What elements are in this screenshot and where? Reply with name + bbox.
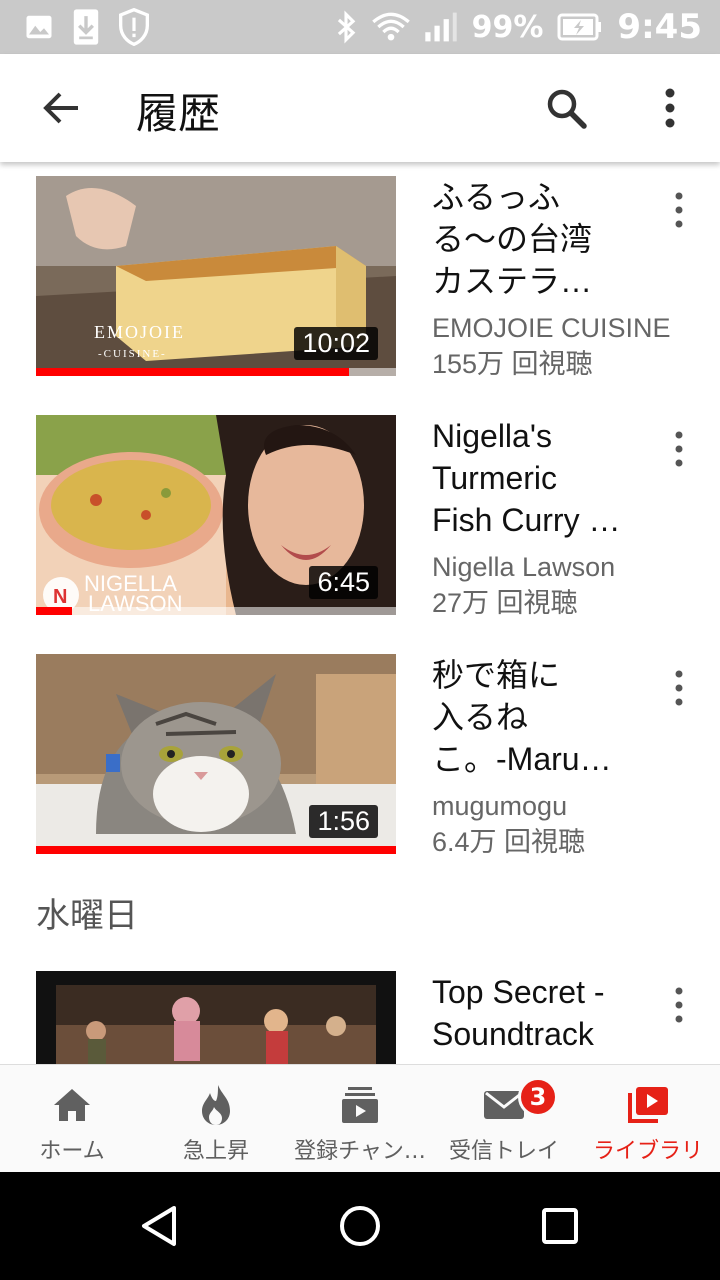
watch-progress-fill (36, 368, 350, 376)
watch-progress-fill (36, 607, 72, 615)
view-count: 27万 回視聴 (432, 588, 578, 618)
video-thumbnail[interactable]: N NIGELLA LAWSON 6:45 (36, 415, 396, 615)
image-icon (26, 15, 52, 39)
nav-label: 受信トレイ (448, 1139, 559, 1164)
shield-icon (119, 8, 149, 46)
video-title-line: 入るね (432, 699, 529, 735)
nav-library[interactable]: ライブラリ (576, 1065, 720, 1173)
view-count: 155万 回視聴 (432, 349, 593, 379)
download-icon (73, 9, 99, 45)
nav-trending[interactable]: 急上昇 (144, 1065, 288, 1173)
thumb-caption: EMOJOIE (94, 322, 185, 342)
battery-percent: 99% (471, 9, 544, 45)
watch-progress-bar (36, 368, 396, 376)
nav-label: ライブラリ (592, 1139, 703, 1164)
more-vert-icon[interactable] (650, 84, 690, 132)
video-item[interactable]: Top Secret - Soundtrack (0, 971, 720, 1064)
nav-inbox[interactable]: 3 受信トレイ (432, 1065, 576, 1173)
video-title-line: Top Secret - (432, 974, 605, 1010)
back-arrow-icon[interactable] (38, 84, 86, 132)
duration-badge: 10:02 (294, 327, 378, 360)
video-title-line: る〜の台湾 (432, 221, 593, 257)
video-title[interactable]: 秒で箱に 入るね こ。-Maru… (432, 654, 642, 780)
bluetooth-icon (337, 10, 355, 44)
duration-badge: 6:45 (309, 566, 378, 599)
app-bar: 履歴 (0, 54, 720, 162)
item-menu-icon[interactable] (664, 668, 694, 708)
subscriptions-icon (342, 1087, 378, 1123)
system-nav-bar (0, 1172, 720, 1280)
wifi-icon (371, 12, 410, 41)
inbox-badge: 3 (518, 1077, 558, 1117)
item-menu-icon[interactable] (664, 429, 694, 469)
history-list[interactable]: EMOJOIE -CUISINE- 10:02 ふるっふ る〜の台湾 カステラ…… (0, 162, 720, 1064)
video-thumbnail[interactable] (36, 971, 396, 1064)
system-recents-icon[interactable] (536, 1202, 584, 1250)
video-item[interactable]: N NIGELLA LAWSON 6:45 Nigella's Turmeric… (0, 415, 720, 625)
nav-home[interactable]: ホーム (0, 1065, 144, 1173)
bottom-nav: ホーム 急上昇 登録チャン… 3 受信トレイ ライブラリ (0, 1064, 720, 1172)
video-title-line: 秒で箱に (432, 657, 561, 693)
video-title-line: Fish Curry … (432, 502, 621, 538)
watch-progress-bar (36, 846, 396, 854)
nigella-logo-letter: N (53, 586, 67, 608)
channel-name: mugumogu (432, 791, 568, 821)
nav-label: 急上昇 (182, 1139, 249, 1164)
video-title-line: カステラ… (432, 263, 593, 299)
battery-charging-icon (557, 13, 602, 41)
page-title: 履歴 (136, 89, 221, 138)
duration-badge: 1:56 (309, 805, 378, 838)
video-title[interactable]: Top Secret - Soundtrack (432, 971, 642, 1055)
dance-scene-image (36, 971, 396, 1064)
nav-label: 登録チャン… (294, 1139, 426, 1164)
channel-name: EMOJOIE CUISINE (432, 313, 671, 343)
date-section-header: 水曜日 (36, 896, 138, 936)
trending-flame-icon (202, 1085, 230, 1125)
status-bar: 99% 9:45 (0, 0, 720, 54)
search-icon[interactable] (542, 84, 590, 132)
item-menu-icon[interactable] (664, 985, 694, 1025)
signal-icon (424, 12, 457, 42)
video-thumbnail[interactable]: 1:56 (36, 654, 396, 854)
system-back-icon[interactable] (136, 1202, 184, 1250)
nav-subscriptions[interactable]: 登録チャン… (288, 1065, 432, 1173)
video-thumbnail[interactable]: EMOJOIE -CUISINE- 10:02 (36, 176, 396, 376)
view-count: 6.4万 回視聴 (432, 827, 586, 857)
video-title-line: Turmeric (432, 460, 558, 496)
video-title-line: Nigella's (432, 418, 552, 454)
clock: 9:45 (617, 7, 702, 47)
video-title-line: Soundtrack (432, 1016, 594, 1052)
thumb-caption-sub: -CUISINE- (98, 348, 167, 360)
item-menu-icon[interactable] (664, 190, 694, 230)
video-title-line: こ。-Maru… (432, 741, 612, 777)
video-title[interactable]: Nigella's Turmeric Fish Curry … (432, 415, 642, 541)
library-icon (628, 1087, 668, 1123)
watch-progress-bar (36, 607, 396, 615)
video-item[interactable]: 1:56 秒で箱に 入るね こ。-Maru… mugumogu 6.4万 回視聴 (0, 654, 720, 864)
video-title-line: ふるっふ (432, 179, 561, 215)
channel-name: Nigella Lawson (432, 552, 616, 582)
nav-label: ホーム (39, 1139, 105, 1164)
watch-progress-fill (36, 846, 396, 854)
home-icon (54, 1089, 90, 1121)
video-item[interactable]: EMOJOIE -CUISINE- 10:02 ふるっふ る〜の台湾 カステラ…… (0, 176, 720, 386)
system-home-icon[interactable] (336, 1202, 384, 1250)
video-title[interactable]: ふるっふ る〜の台湾 カステラ… (432, 176, 642, 302)
